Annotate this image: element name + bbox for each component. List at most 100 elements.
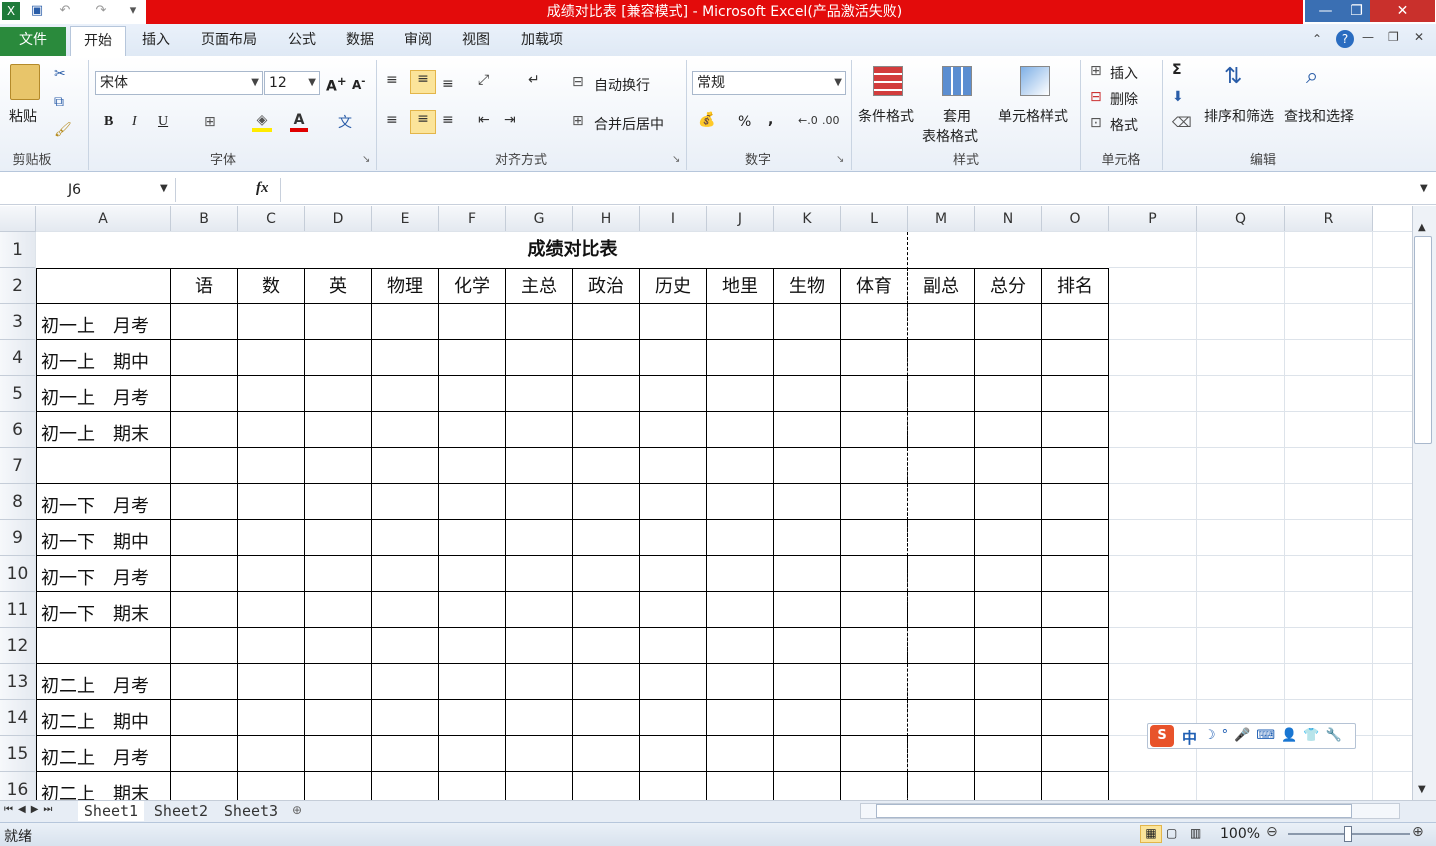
table-cell[interactable] — [238, 556, 305, 592]
table-cell[interactable] — [171, 628, 238, 664]
column-label-cell[interactable]: 总分 — [975, 268, 1042, 304]
font-color-icon[interactable]: A — [290, 112, 308, 132]
table-cell[interactable] — [774, 448, 841, 484]
table-cell[interactable] — [640, 700, 707, 736]
table-cell[interactable] — [305, 304, 372, 340]
column-header[interactable]: H — [573, 206, 640, 232]
table-cell[interactable] — [707, 556, 774, 592]
page-layout-view-icon[interactable]: ▢ — [1166, 826, 1177, 840]
table-cell[interactable] — [439, 448, 506, 484]
column-label-cell[interactable]: 历史 — [640, 268, 707, 304]
table-cell[interactable] — [908, 628, 975, 664]
table-cell[interactable] — [573, 340, 640, 376]
table-cell[interactable] — [439, 700, 506, 736]
table-cell[interactable] — [841, 412, 908, 448]
row-header[interactable]: 10 — [0, 556, 36, 592]
table-cell[interactable] — [305, 664, 372, 700]
table-cell[interactable] — [841, 700, 908, 736]
table-cell[interactable] — [238, 304, 305, 340]
column-header[interactable]: I — [640, 206, 707, 232]
table-cell[interactable] — [573, 700, 640, 736]
row-label-cell[interactable]: 初二上 月考 — [36, 664, 171, 700]
row-label-cell[interactable]: 初一下 期末 — [36, 592, 171, 628]
row-header[interactable]: 6 — [0, 412, 36, 448]
table-cell[interactable] — [171, 772, 238, 800]
delete-cells-button[interactable]: 删除 — [1110, 89, 1138, 109]
align-bottom-icon[interactable]: ≡ — [442, 76, 454, 92]
table-cell[interactable] — [238, 592, 305, 628]
row-header[interactable]: 9 — [0, 520, 36, 556]
table-cell[interactable] — [238, 664, 305, 700]
table-cell[interactable] — [372, 340, 439, 376]
table-cell[interactable] — [238, 412, 305, 448]
table-cell[interactable] — [171, 412, 238, 448]
doc-minimize-icon[interactable]: — — [1362, 30, 1374, 44]
row-header[interactable]: 1 — [0, 232, 36, 268]
table-cell[interactable] — [774, 376, 841, 412]
table-cell[interactable] — [171, 736, 238, 772]
row-label-cell[interactable]: 初一上 月考 — [36, 376, 171, 412]
underline-button[interactable]: U — [158, 114, 168, 130]
find-select-button[interactable]: 查找和选择 — [1284, 106, 1354, 126]
name-box[interactable]: J6 — [0, 178, 176, 202]
row-label-cell[interactable]: 初二上 月考 — [36, 736, 171, 772]
table-cell[interactable] — [372, 520, 439, 556]
table-cell[interactable] — [506, 556, 573, 592]
column-label-cell[interactable]: 语 — [171, 268, 238, 304]
row-label-cell[interactable]: 初一上 期末 — [36, 412, 171, 448]
table-cell[interactable] — [372, 484, 439, 520]
table-cell[interactable] — [506, 484, 573, 520]
table-cell[interactable] — [171, 664, 238, 700]
table-cell[interactable] — [908, 736, 975, 772]
column-header[interactable]: J — [707, 206, 774, 232]
table-cell[interactable] — [506, 664, 573, 700]
table-cell[interactable] — [1042, 340, 1109, 376]
table-cell[interactable] — [975, 736, 1042, 772]
table-cell[interactable] — [305, 556, 372, 592]
table-cell[interactable] — [439, 484, 506, 520]
cut-icon[interactable]: ✂ — [54, 66, 66, 82]
column-header[interactable]: C — [238, 206, 305, 232]
table-cell[interactable] — [1042, 376, 1109, 412]
table-cell[interactable] — [707, 736, 774, 772]
table-cell[interactable] — [171, 448, 238, 484]
table-cell[interactable] — [372, 448, 439, 484]
table-cell[interactable] — [238, 772, 305, 800]
row-label-cell[interactable]: 初一上 期中 — [36, 340, 171, 376]
table-cell[interactable] — [506, 412, 573, 448]
row-header[interactable]: 8 — [0, 484, 36, 520]
row-header[interactable]: 15 — [0, 736, 36, 772]
row-header[interactable]: 13 — [0, 664, 36, 700]
table-cell[interactable] — [372, 736, 439, 772]
table-cell[interactable] — [439, 412, 506, 448]
table-cell[interactable] — [506, 772, 573, 800]
table-cell[interactable] — [774, 412, 841, 448]
column-label-cell[interactable]: 政治 — [573, 268, 640, 304]
table-cell[interactable] — [774, 700, 841, 736]
tab-data[interactable]: 数据 — [336, 26, 384, 56]
table-cell[interactable] — [640, 736, 707, 772]
table-cell[interactable] — [171, 484, 238, 520]
table-cell[interactable] — [774, 340, 841, 376]
table-cell[interactable] — [908, 592, 975, 628]
column-header[interactable]: O — [1042, 206, 1109, 232]
table-cell[interactable] — [573, 664, 640, 700]
chevron-down-icon[interactable]: ▼ — [160, 183, 168, 194]
table-cell[interactable] — [372, 772, 439, 800]
table-cell[interactable] — [1042, 484, 1109, 520]
table-cell[interactable] — [841, 772, 908, 800]
doc-close-icon[interactable]: ✕ — [1414, 30, 1424, 44]
table-cell[interactable] — [506, 700, 573, 736]
expand-formula-icon[interactable]: ▼ — [1420, 183, 1428, 194]
table-cell[interactable] — [439, 772, 506, 800]
table-cell[interactable] — [1042, 304, 1109, 340]
row-header[interactable]: 14 — [0, 700, 36, 736]
table-cell[interactable] — [573, 520, 640, 556]
table-cell[interactable] — [908, 340, 975, 376]
table-cell[interactable] — [640, 484, 707, 520]
table-cell[interactable] — [640, 304, 707, 340]
help-icon[interactable]: ? — [1336, 30, 1354, 48]
table-cell[interactable] — [908, 664, 975, 700]
qat-customize-icon[interactable]: ▾ — [124, 2, 142, 20]
font-size-combo[interactable]: 12 ▼ — [264, 71, 320, 95]
